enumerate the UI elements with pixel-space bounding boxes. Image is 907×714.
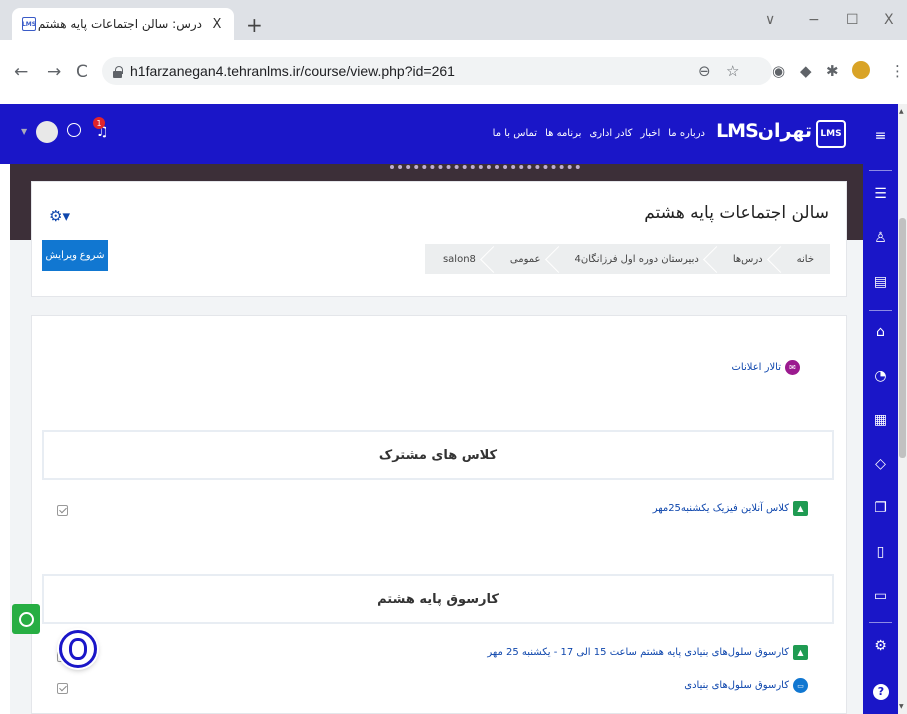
nav-link-staff[interactable]: کادر اداری xyxy=(589,128,632,139)
profile-avatar-icon[interactable] xyxy=(852,61,870,79)
forum-link-text: تالار اعلانات xyxy=(731,362,782,373)
nav-link-programs[interactable]: برنامه ها xyxy=(545,128,581,139)
course-header-card: سالن اجتماعات پایه هشتم خانه درس‌ها دبیر… xyxy=(31,181,847,297)
close-window-button[interactable]: X xyxy=(884,12,894,28)
grades-icon[interactable]: ▤ xyxy=(863,274,898,290)
sidebar-divider xyxy=(869,170,892,171)
lms-favicon-icon: LMS xyxy=(22,17,36,31)
activity-label: کلاس آنلاین فیزیک یکشنبه25مهر xyxy=(652,503,789,514)
completion-checkbox[interactable] xyxy=(57,683,68,694)
site-logo-text[interactable]: LMSتهران xyxy=(716,120,813,142)
sidebar-divider xyxy=(869,310,892,311)
tab-close-icon[interactable]: X xyxy=(210,17,224,32)
course-settings-gear-icon[interactable]: ⚙▾ xyxy=(49,207,70,225)
whatsapp-glyph xyxy=(18,611,34,627)
menu-icon[interactable]: ≡ xyxy=(863,128,898,144)
nav-link-about[interactable]: درباره ما xyxy=(668,128,705,139)
right-sidebar: ≡ ☰ ♙ ▤ ⌂ ◔ ▦ ◇ ❐ ▯ ▭ ⚙ ? xyxy=(863,104,898,714)
scroll-up-arrow[interactable]: ▲ xyxy=(899,108,904,115)
scrollbar-thumb[interactable] xyxy=(899,218,906,458)
help-icon[interactable]: ? xyxy=(873,684,889,700)
bigbluebutton-icon: ▲ xyxy=(793,501,808,516)
browser-toolbar: ← → C h1farzanegan4.tehranlms.ir/course/… xyxy=(0,40,907,104)
home-icon[interactable]: ⌂ xyxy=(863,324,898,340)
nav-link-contact[interactable]: تماس با ما xyxy=(493,128,537,139)
calendar-icon[interactable]: ▦ xyxy=(863,412,898,428)
banner-decoration xyxy=(390,165,580,177)
browser-menu-icon[interactable]: ⋮ xyxy=(890,62,905,80)
user-menu-caret-icon[interactable]: ▼ xyxy=(21,127,27,136)
activity-stem-cell-workshop-session[interactable]: ▲ کارسوق سلول‌های بنیادی پایه هشتم ساعت … xyxy=(487,645,808,660)
whatsapp-chat-icon[interactable] xyxy=(12,604,40,634)
lms-logo-icon[interactable]: LMS xyxy=(816,120,846,148)
forward-arrow-icon[interactable]: → xyxy=(47,62,61,82)
minimize-button[interactable]: − xyxy=(808,12,820,28)
browser-tab[interactable]: LMS درس: سالن اجتماعات پایه هشتم X xyxy=(12,8,234,40)
files-icon[interactable]: ❐ xyxy=(863,500,898,516)
clipboard-icon[interactable]: ▯ xyxy=(863,544,898,560)
sidebar-divider xyxy=(869,622,892,623)
start-editing-button[interactable]: شروع ویرایش xyxy=(42,240,108,271)
notification-badge: 1 xyxy=(93,117,105,129)
address-bar[interactable]: h1farzanegan4.tehranlms.ir/course/view.p… xyxy=(102,57,772,85)
announcements-forum-link[interactable]: ✉ تالار اعلانات xyxy=(731,360,800,375)
badge-icon[interactable]: ◇ xyxy=(863,456,898,472)
participants-icon[interactable]: ♙ xyxy=(863,230,898,246)
site-navbar: LMS LMSتهران درباره ما اخبار کادر اداری … xyxy=(0,104,863,164)
lock-icon xyxy=(112,65,123,78)
floating-chat-button[interactable] xyxy=(59,630,97,668)
settings-icon[interactable]: ⚙ xyxy=(863,638,898,654)
breadcrumb: خانه درس‌ها دبیرستان دوره اول فرزانگان4 … xyxy=(424,244,830,274)
new-tab-button[interactable]: + xyxy=(246,13,263,37)
nav-link-news[interactable]: اخبار xyxy=(640,128,660,139)
bigbluebutton-icon: ▲ xyxy=(793,645,808,660)
section-heading-workshop: کارسوق پایه هشتم xyxy=(42,574,834,624)
nav-links: درباره ما اخبار کادر اداری برنامه ها تما… xyxy=(493,128,705,139)
activity-label: کارسوق سلول‌های بنیادی xyxy=(684,680,789,691)
bookmark-star-icon[interactable]: ☆ xyxy=(726,62,739,80)
reload-icon[interactable]: C xyxy=(76,62,88,82)
activity-label: کارسوق سلول‌های بنیادی پایه هشتم ساعت 15… xyxy=(487,647,789,658)
folder-icon[interactable]: ▭ xyxy=(863,588,898,604)
extensions-puzzle-icon[interactable]: ✱ xyxy=(826,62,839,80)
activity-stem-cell-folder[interactable]: ▭ کارسوق سلول‌های بنیادی xyxy=(684,678,808,693)
extension-shield-icon[interactable]: ◆ xyxy=(800,62,812,80)
user-avatar[interactable] xyxy=(36,121,58,143)
tab-search-icon[interactable]: ∨ xyxy=(765,12,775,28)
activity-physics-online-class[interactable]: ▲ کلاس آنلاین فیزیک یکشنبه25مهر xyxy=(653,501,808,516)
page-title: سالن اجتماعات پایه هشتم xyxy=(644,203,829,223)
forum-icon: ✉ xyxy=(785,360,800,375)
extension-globe-icon[interactable]: ◉ xyxy=(772,62,785,80)
dashboard-icon[interactable]: ◔ xyxy=(863,368,898,384)
tab-title: درس: سالن اجتماعات پایه هشتم xyxy=(37,17,202,31)
back-arrow-icon[interactable]: ← xyxy=(14,62,28,82)
maximize-button[interactable]: ☐ xyxy=(846,12,859,28)
scroll-down-arrow[interactable]: ▼ xyxy=(899,703,904,710)
folder-icon: ▭ xyxy=(793,678,808,693)
breadcrumb-home[interactable]: خانه xyxy=(778,244,830,274)
list-icon[interactable]: ☰ xyxy=(863,186,898,202)
messages-icon[interactable] xyxy=(67,123,81,137)
section-heading-shared-classes: کلاس های مشترک xyxy=(42,430,834,480)
url-text: h1farzanegan4.tehranlms.ir/course/view.p… xyxy=(130,63,455,79)
breadcrumb-school[interactable]: دبیرستان دوره اول فرزانگان4 xyxy=(556,244,715,274)
completion-checkbox[interactable] xyxy=(57,505,68,516)
chat-widget-icon xyxy=(69,638,87,660)
zoom-icon[interactable]: ⊖ xyxy=(698,62,711,80)
